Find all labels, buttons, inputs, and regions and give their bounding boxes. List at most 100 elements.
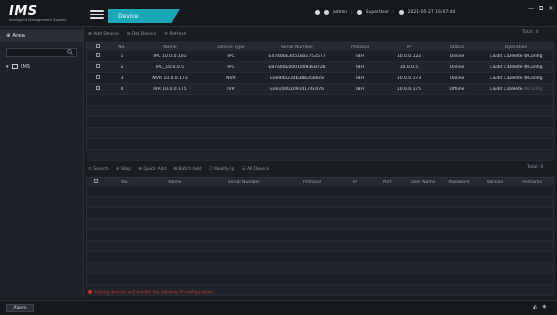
menu-icon[interactable] [90, 10, 104, 20]
table-row[interactable]: 4 IVR 10.0.0.175 IVR E0e100020914174cd7b… [87, 84, 553, 95]
edit-button[interactable]: ☐Edit [490, 54, 503, 59]
column-header[interactable]: Serial Number [205, 180, 283, 185]
column-header[interactable]: Name [135, 45, 205, 50]
config-button[interactable]: ⚙Config [524, 65, 543, 70]
search-rows [87, 186, 553, 296]
column-header[interactable]: IP [383, 45, 435, 50]
speaker-icon[interactable]: ◈ [542, 304, 546, 310]
column-header[interactable]: Password [441, 180, 477, 185]
empty-row [87, 117, 553, 128]
bell-icon[interactable] [315, 9, 320, 15]
empty-row [87, 252, 553, 263]
column-header[interactable]: Serial Number [257, 45, 337, 50]
status-bar [0, 300, 557, 315]
cell-no: 4 [120, 86, 124, 92]
row-checkbox[interactable] [87, 86, 109, 92]
bell-icon[interactable]: ◭ [533, 304, 537, 310]
refresh-button[interactable]: ⟳ Refresh [164, 32, 186, 37]
table-row[interactable]: 1 IPC 10.0.0.101 IPC E47400E30518a17535T… [87, 51, 553, 62]
title-bar [0, 0, 557, 27]
column-header[interactable]: Protocol [337, 45, 383, 50]
delete-button[interactable]: ☐Delete [504, 76, 523, 81]
column-header[interactable]: Operation [479, 45, 553, 50]
user-icon [324, 9, 329, 15]
batch-add-button[interactable]: ⊞ Batch Add [173, 167, 201, 172]
row-checkbox[interactable] [87, 75, 109, 81]
device-total: Total: 4 [522, 30, 539, 35]
column-header[interactable]: Status [435, 45, 479, 50]
table-row[interactable]: 3 NVR 10.0.0.173 NVR E0e9d0234b38b35b6c8… [87, 73, 553, 84]
all-device-filter[interactable]: ☰ All Device [241, 167, 269, 172]
column-header[interactable]: No. [105, 180, 145, 185]
column-header[interactable]: Remarks [513, 180, 551, 185]
cell-operation: ☐Edit ☐Delete ⚙Config [479, 65, 553, 70]
modify-ip-button[interactable]: ☐ Modify Ip [208, 167, 234, 172]
edit-button[interactable]: ☐Edit [490, 87, 503, 92]
cell-protocol: IBH [356, 53, 364, 59]
table-row[interactable]: 2 IPC_10.0.0.5 IPC E87a00E00010093E872b … [87, 62, 553, 73]
area-panel-title: ⊕ Area [0, 30, 84, 42]
row-checkbox[interactable] [87, 53, 109, 59]
row-checkbox[interactable] [87, 64, 109, 70]
empty-row [87, 128, 553, 139]
cell-name: NVR 10.0.0.173 [152, 75, 188, 81]
column-header[interactable]: Device Type [205, 45, 257, 50]
search-icon[interactable] [67, 49, 73, 55]
config-button[interactable]: ⚙Config [524, 87, 543, 92]
config-button[interactable]: ⚙Config [524, 54, 543, 59]
column-header[interactable]: Version [477, 180, 513, 185]
add-device-button[interactable]: ⊕ Add Device [88, 32, 119, 37]
column-header[interactable]: Port [369, 180, 405, 185]
alarm-button[interactable]: Alarm [6, 304, 34, 312]
column-header[interactable]: Protocol [283, 180, 341, 185]
select-all-checkbox[interactable] [87, 179, 105, 185]
cell-protocol: IBH [356, 75, 364, 81]
delete-button[interactable]: ☐Delete [504, 65, 523, 70]
tab-device[interactable]: Device [108, 9, 180, 23]
separator: | [393, 9, 395, 15]
column-header[interactable]: No. [109, 45, 135, 50]
cell-status: Online [449, 75, 465, 81]
quick-add-button[interactable]: ⊕ Quick Add [138, 167, 166, 172]
cell-type: IPC [227, 64, 235, 70]
column-header[interactable]: IP [341, 180, 369, 185]
user-role[interactable]: SuperUser [366, 10, 389, 15]
column-header[interactable]: User Name [405, 180, 441, 185]
column-header[interactable]: Name [145, 180, 205, 185]
delete-button[interactable]: ☐Delete [504, 87, 523, 92]
delete-device-button[interactable]: ⊖ Del Device [127, 32, 157, 37]
app-logo: IMS [9, 4, 38, 19]
empty-row [87, 208, 553, 219]
empty-row [87, 95, 553, 106]
delete-button[interactable]: ☐Delete [504, 54, 523, 59]
user-status-bar: admin | SuperUser | 2021-05-27 16:07:44 [315, 7, 455, 17]
empty-row [87, 219, 553, 230]
table-header: No. Name Serial Number Protocol IP Port … [87, 178, 553, 186]
user-name[interactable]: admin [333, 10, 347, 15]
stop-button[interactable]: ⊘ Stop [116, 167, 131, 172]
cell-operation: ☐Edit ☐Delete ⚙Config [479, 76, 553, 81]
device-toolbar: ⊕ Add Device ⊖ Del Device ⟳ Refresh [88, 30, 554, 39]
tree-item-ims[interactable]: ▾ IMS [6, 64, 30, 70]
cell-type: IPC [227, 53, 235, 59]
search-results-table: No. Name Serial Number Protocol IP Port … [86, 177, 554, 296]
device-table: No. Name Device Type Serial Number Proto… [86, 42, 554, 161]
cell-type: IVR [227, 86, 235, 92]
search-button[interactable]: ⊙ Search [88, 167, 109, 172]
edit-button[interactable]: ☐Edit [490, 76, 503, 81]
empty-row [87, 139, 553, 150]
close-icon[interactable]: ✕ [548, 5, 553, 13]
empty-row [87, 230, 553, 241]
minimize-icon[interactable]: — [528, 5, 534, 13]
cell-serial: E0e100020914174cd7b [270, 86, 324, 92]
cell-ip: 10.0.0.173 [396, 75, 422, 81]
search-toolbar: ⊙ Search ⊘ Stop ⊕ Quick Add ⊞ Batch Add … [88, 165, 528, 174]
select-all-checkbox[interactable] [87, 44, 109, 50]
edit-button[interactable]: ☐Edit [490, 65, 503, 70]
table-header: No. Name Device Type Serial Number Proto… [87, 43, 553, 51]
config-button[interactable]: ⚙Config [524, 76, 543, 81]
gear-icon [356, 9, 362, 15]
device-rows: 1 IPC 10.0.0.101 IPC E47400E30518a17535T… [87, 51, 553, 161]
maximize-icon[interactable]: ⧉ [539, 5, 543, 13]
app-subtitle: Intelligent Management System [9, 18, 67, 22]
